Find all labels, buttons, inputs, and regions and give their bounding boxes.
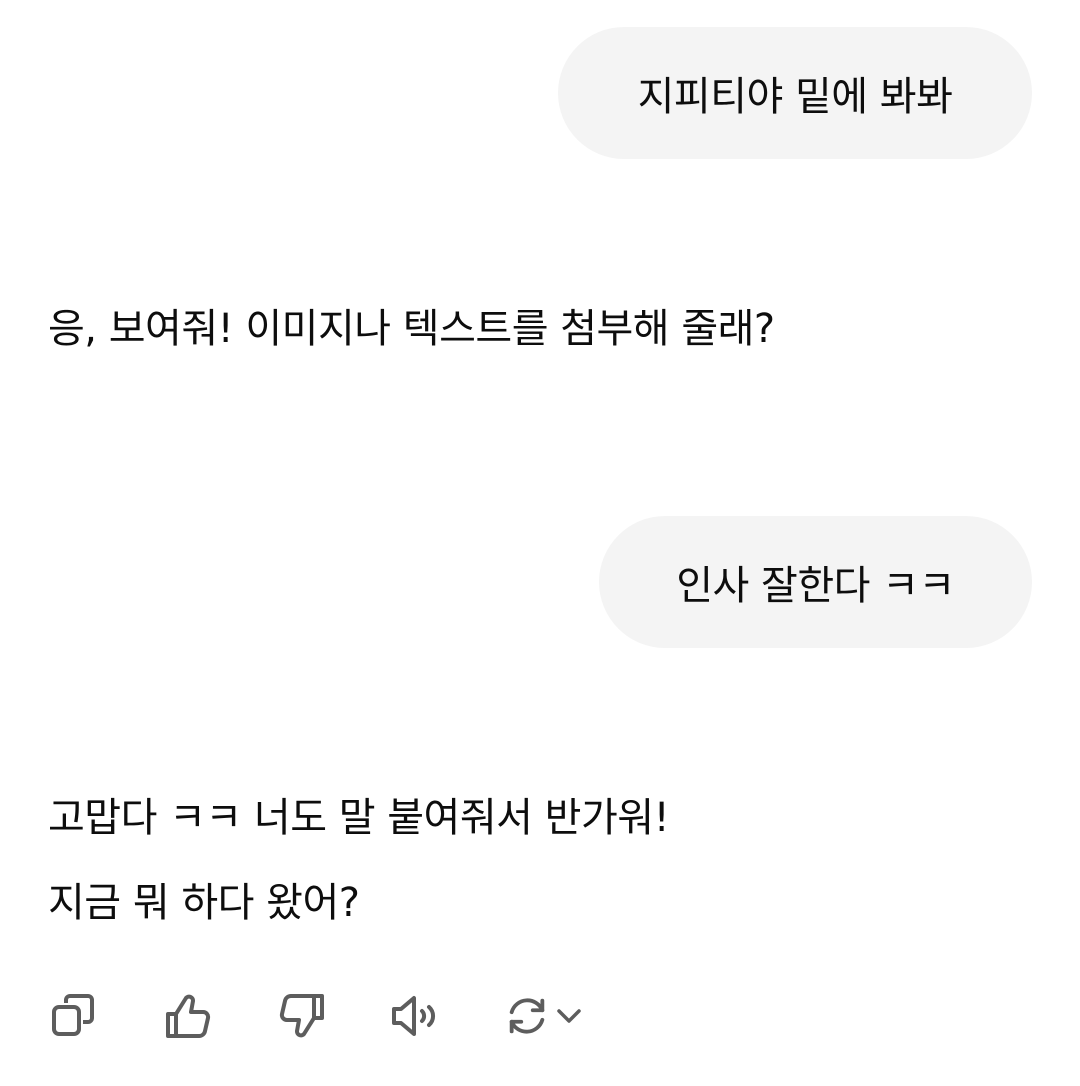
good-response-button[interactable]	[162, 990, 214, 1042]
copy-icon	[52, 994, 94, 1036]
assistant-message-text: 지금 뭐 하다 왔어?	[48, 880, 360, 926]
user-message-bubble: 지피티야 밑에 봐봐	[558, 27, 1032, 159]
chevron-down-icon	[557, 1009, 581, 1023]
regenerate-icon	[509, 998, 545, 1034]
read-aloud-button[interactable]	[390, 990, 442, 1042]
message-action-bar	[48, 990, 584, 1042]
copy-button[interactable]	[48, 990, 100, 1042]
speaker-icon	[392, 996, 436, 1036]
user-message-text: 인사 잘한다 ㅋㅋ	[676, 563, 955, 609]
user-message-bubble: 인사 잘한다 ㅋㅋ	[599, 516, 1032, 648]
thumbs-down-icon	[279, 994, 324, 1038]
user-message-text: 지피티야 밑에 봐봐	[637, 74, 953, 120]
assistant-message-text: 고맙다 ㅋㅋ 너도 말 붙여줘서 반가워!	[48, 795, 670, 841]
regenerate-button[interactable]	[504, 993, 584, 1039]
bad-response-button[interactable]	[276, 990, 328, 1042]
thumbs-up-icon	[166, 994, 211, 1038]
assistant-message-text: 응, 보여줘! 이미지나 텍스트를 첨부해 줄래?	[48, 306, 775, 352]
